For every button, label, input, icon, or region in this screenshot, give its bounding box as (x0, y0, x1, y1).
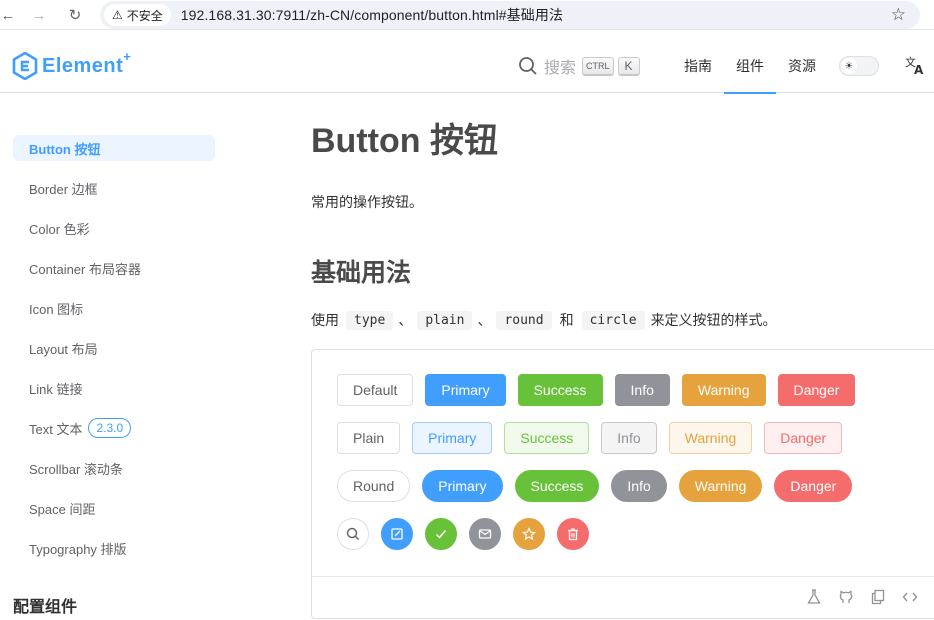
element-logo-icon (12, 52, 38, 80)
theme-toggle[interactable]: ☀ (839, 56, 879, 76)
github-icon[interactable] (839, 589, 853, 608)
circle-delete-button[interactable] (557, 518, 589, 550)
sidebar: Button 按钮 Border 边框 Color 色彩 Container 布… (0, 94, 230, 616)
success-button[interactable]: Success (517, 374, 603, 406)
round-danger-button[interactable]: Danger (774, 470, 853, 502)
page-description: 常用的操作按钮。 (311, 194, 423, 210)
demo-row-round: Round Primary Success Info Warning Dange… (337, 470, 864, 502)
sidebar-item-scrollbar[interactable]: Scrollbar 滚动条 (13, 455, 215, 481)
back-arrow-icon[interactable]: ← (0, 1, 22, 29)
logo[interactable]: Element + (12, 48, 132, 80)
view-source-icon[interactable] (902, 589, 918, 608)
logo-text: Element + (42, 48, 132, 77)
kbd-k: K (617, 57, 640, 75)
security-label: 不安全 (126, 8, 163, 23)
demo-row-plain: Plain Primary Success Info Warning Dange… (337, 422, 854, 454)
danger-button[interactable]: Danger (777, 374, 856, 406)
address-bar[interactable]: ⚠ 不安全 192.168.31.30:7911/zh-CN/component… (100, 1, 920, 29)
search-icon (346, 527, 359, 540)
browser-toolbar: ← → ↻ ⚠ 不安全 192.168.31.30:7911/zh-CN/com… (0, 0, 934, 30)
default-button[interactable]: Default (337, 374, 414, 406)
info-button[interactable]: Info (614, 374, 670, 406)
nav-component[interactable]: 组件 (724, 38, 776, 94)
code-type: type (346, 310, 394, 330)
usage-text: 使用 type 、 plain 、 round 和 circle 来定义按钮的样… (311, 310, 777, 330)
circle-check-button[interactable] (425, 518, 457, 550)
sun-icon: ☀ (841, 58, 857, 74)
separator: 、 (398, 312, 413, 328)
page-title: Button 按钮 (311, 122, 498, 160)
url-text[interactable]: 192.168.31.30:7911/zh-CN/component/butto… (181, 5, 563, 25)
version-badge: 2.3.0 (88, 418, 132, 438)
nav-guide[interactable]: 指南 (672, 38, 724, 93)
plain-primary-button[interactable]: Primary (412, 422, 493, 454)
plain-danger-button[interactable]: Danger (764, 422, 843, 454)
demo-block: Default Primary Success Info Warning Dan… (311, 349, 934, 619)
plain-button[interactable]: Plain (337, 422, 401, 454)
forward-arrow-icon[interactable]: → (25, 1, 53, 29)
sidebar-item-button[interactable]: Button 按钮 (13, 135, 215, 161)
sidebar-item-color[interactable]: Color 色彩 (13, 215, 215, 241)
demo-row-default: Default Primary Success Info Warning Dan… (337, 374, 867, 406)
sidebar-item-link[interactable]: Link 链接 (13, 375, 215, 401)
round-primary-button[interactable]: Primary (422, 470, 503, 502)
edit-icon (391, 528, 403, 540)
playground-icon[interactable] (807, 589, 821, 608)
round-info-button[interactable]: Info (611, 470, 667, 502)
primary-button[interactable]: Primary (425, 374, 506, 406)
circle-search-button[interactable] (337, 518, 369, 550)
copy-icon[interactable] (871, 589, 885, 608)
code-circle: circle (581, 310, 645, 330)
circle-star-button[interactable] (513, 518, 545, 550)
message-icon (478, 529, 492, 539)
sidebar-item-text[interactable]: Text 文本 2.3.0 (13, 415, 215, 441)
plain-warning-button[interactable]: Warning (668, 422, 753, 454)
nav-resource[interactable]: 资源 (776, 38, 828, 93)
warning-icon: ⚠ (112, 8, 123, 22)
plain-success-button[interactable]: Success (504, 422, 590, 454)
search-button[interactable]: 搜索 CTRL K (518, 54, 640, 78)
search-icon (519, 57, 537, 75)
sidebar-item-container[interactable]: Container 布局容器 (13, 255, 215, 281)
security-chip[interactable]: ⚠ 不安全 (104, 4, 171, 26)
code-round: round (496, 310, 552, 330)
svg-text:A: A (914, 63, 924, 76)
usage-prefix: 使用 (311, 312, 339, 328)
sidebar-item-border[interactable]: Border 边框 (13, 175, 215, 201)
warning-button[interactable]: Warning (681, 374, 766, 406)
demo-toolbar (312, 576, 934, 620)
plain-info-button[interactable]: Info (601, 422, 657, 454)
delete-icon (568, 528, 578, 541)
round-warning-button[interactable]: Warning (678, 470, 763, 502)
sidebar-item-typography[interactable]: Typography 排版 (13, 535, 215, 561)
usage-suffix: 来定义按钮的样式。 (650, 312, 777, 328)
site-header: Element + 搜索 CTRL K 指南 组件 资源 ☀ 文 A (0, 38, 934, 94)
separator: 、 (477, 312, 492, 328)
search-label: 搜索 (544, 60, 577, 77)
circle-message-button[interactable] (469, 518, 501, 550)
round-success-button[interactable]: Success (514, 470, 600, 502)
check-icon (435, 530, 447, 539)
section-title[interactable]: 基础用法 (311, 253, 411, 289)
sidebar-item-icon[interactable]: Icon 图标 (13, 295, 215, 321)
reload-icon[interactable]: ↻ (61, 1, 89, 29)
star-icon (522, 527, 536, 541)
bookmark-star-icon[interactable]: ☆ (891, 5, 906, 25)
sidebar-item-space[interactable]: Space 间距 (13, 495, 215, 521)
round-button[interactable]: Round (337, 470, 411, 502)
circle-edit-button[interactable] (381, 518, 413, 550)
translate-icon[interactable]: 文 A (904, 54, 926, 81)
sidebar-group-title: 配置组件 (13, 599, 78, 616)
code-plain: plain (417, 310, 473, 330)
sidebar-item-layout[interactable]: Layout 布局 (13, 335, 215, 361)
demo-row-circle (337, 518, 601, 550)
top-nav: 指南 组件 资源 (672, 38, 828, 94)
kbd-ctrl: CTRL (582, 57, 614, 75)
sidebar-item-label: Text 文本 (29, 421, 83, 437)
and-text: 和 (559, 312, 574, 328)
